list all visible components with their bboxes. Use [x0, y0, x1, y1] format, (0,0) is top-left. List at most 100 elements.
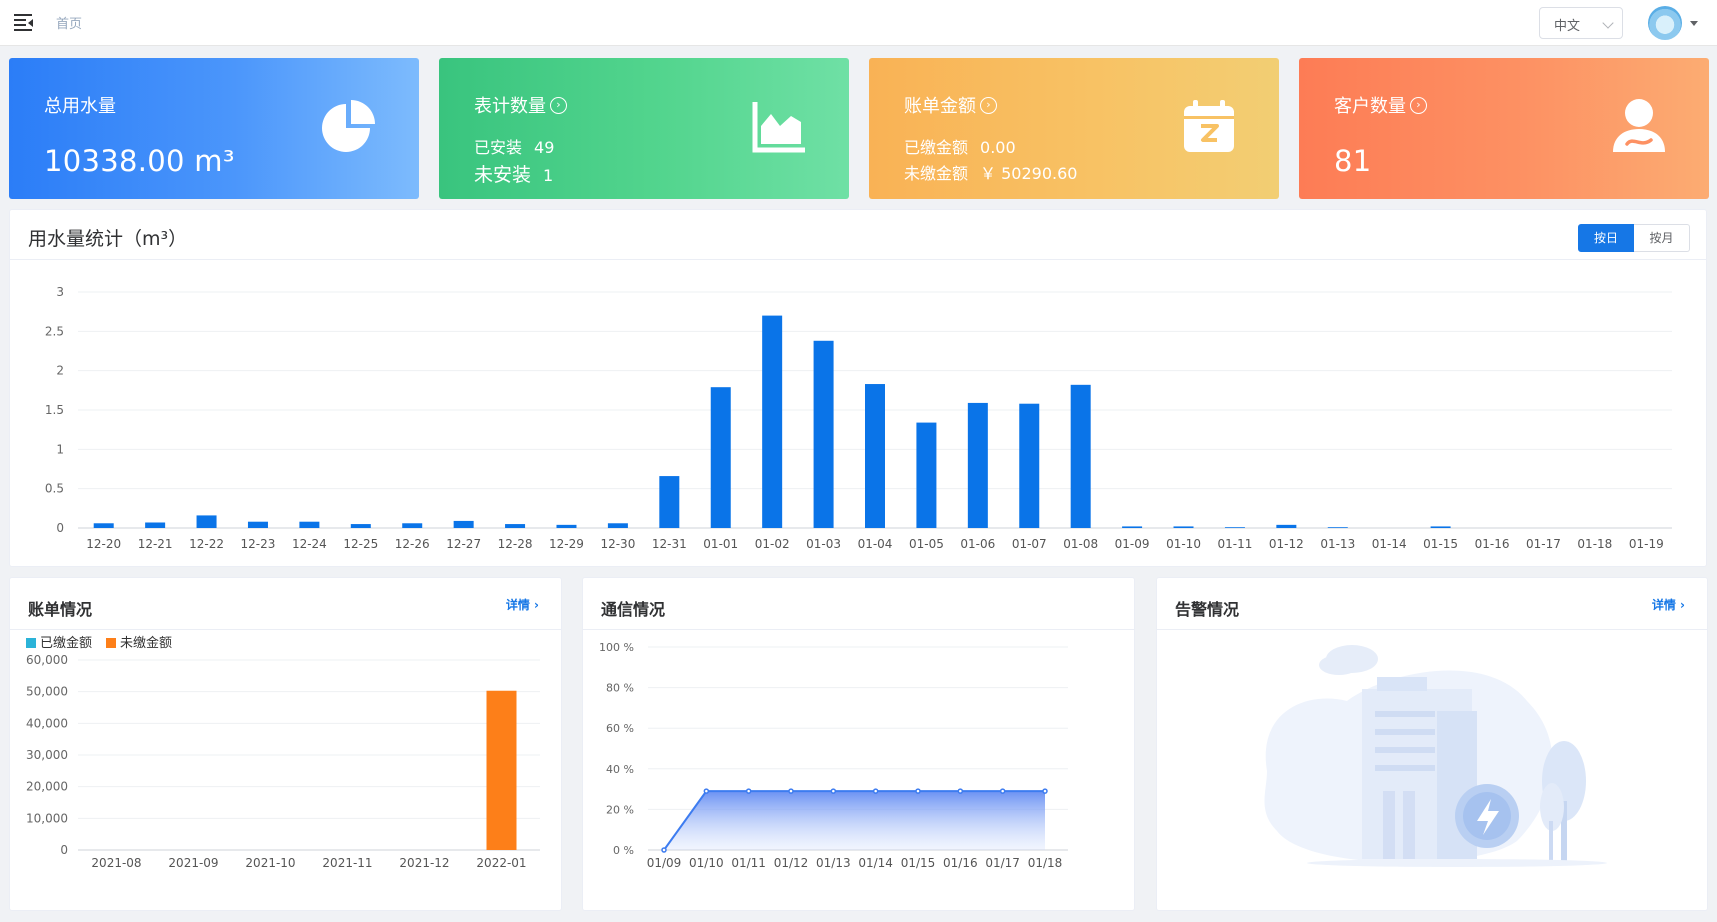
x-tick-label: 12-27	[446, 537, 481, 551]
bar	[402, 523, 423, 528]
x-tick-label: 01-04	[858, 537, 893, 551]
uninstalled-row: 未安装 1	[474, 164, 554, 186]
x-tick-label: 01/10	[689, 856, 724, 870]
meter-count-card: 表计数量 › 已安装 49 未安装 1	[439, 58, 849, 199]
breadcrumb-home[interactable]: 首页	[56, 13, 82, 32]
data-point	[745, 788, 752, 794]
x-tick-label: 2021-09	[168, 856, 218, 870]
bar	[453, 520, 474, 528]
x-tick-label: 2022-01	[476, 856, 526, 870]
x-tick-label: 2021-12	[399, 856, 449, 870]
x-tick-label: 01-02	[755, 537, 790, 551]
x-tick-label: 01-14	[1372, 537, 1407, 551]
x-tick-label: 01-18	[1577, 537, 1612, 551]
alarm-detail-link[interactable]: 详情 ›	[1652, 596, 1685, 613]
customer-count-value: 81	[1334, 144, 1372, 178]
legend-label-paid: 已缴金额	[40, 635, 92, 651]
bar	[93, 523, 114, 528]
bar	[1276, 524, 1297, 528]
data-point	[957, 788, 964, 794]
x-tick-label: 01-19	[1629, 537, 1664, 551]
x-tick-label: 01-10	[1166, 537, 1201, 551]
total-water-card: 总用水量 10338.00 m³	[9, 58, 419, 199]
y-tick-label: 100 %	[599, 641, 634, 654]
legend-label-unpaid: 未缴金额	[120, 635, 172, 651]
y-tick-label: 30,000	[26, 748, 68, 762]
x-tick-label: 12-30	[600, 537, 635, 551]
x-tick-label: 12-31	[652, 537, 687, 551]
y-tick-label: 2	[56, 364, 64, 378]
y-tick-label: 80 %	[606, 682, 634, 695]
language-select[interactable]: 中文	[1539, 7, 1623, 39]
communication-chart: 0 % 20 % 40 % 60 % 80 % 100 % 01/09 01/10 01/11 0…	[599, 641, 1068, 870]
y-tick-label: 20 %	[606, 803, 634, 816]
area-chart-icon	[752, 102, 805, 153]
bar	[145, 522, 166, 528]
calendar-icon	[1184, 100, 1234, 152]
chevron-down-icon	[1602, 17, 1614, 29]
bar	[196, 515, 217, 528]
x-tick-label: 01/17	[985, 856, 1020, 870]
x-tick-label: 01-08	[1063, 537, 1098, 551]
installed-value: 49	[534, 138, 555, 157]
installed-row: 已安装 49	[474, 138, 555, 157]
bar	[967, 402, 988, 528]
by-month-button[interactable]: 按月	[1634, 224, 1690, 252]
x-tick-label: 01-13	[1320, 537, 1355, 551]
bar	[710, 387, 731, 528]
sidebar-toggle-icon[interactable]	[14, 13, 34, 31]
pie-chart-icon	[322, 100, 375, 152]
total-water-title: 总用水量	[44, 96, 116, 117]
x-tick-label: 01/13	[816, 856, 851, 870]
series-area	[664, 791, 1045, 850]
bill-amount-card: 账单金额 › 已缴金额 0.00 未缴金额 ￥ 50290.60	[869, 58, 1279, 199]
language-select-value: 中文	[1554, 19, 1581, 34]
bar	[556, 524, 577, 528]
caret-down-icon[interactable]	[1690, 21, 1698, 26]
meter-count-title: 表计数量 ›	[474, 92, 567, 118]
bar	[813, 340, 834, 528]
communication-panel-title: 通信情况	[601, 600, 666, 619]
bar	[659, 476, 680, 528]
help-circle-icon[interactable]: ›	[980, 96, 997, 114]
bar	[486, 690, 517, 850]
x-tick-label: 01-03	[806, 537, 841, 551]
bar	[1122, 526, 1143, 528]
bill-panel: 账单情况 详情 › 已缴金额 未缴金额 0 10,000 20,000 30,000 40,…	[9, 577, 562, 911]
customer-count-title: 客户数量 ›	[1334, 92, 1427, 118]
bar	[762, 315, 783, 528]
x-tick-label: 01-05	[909, 537, 944, 551]
bar	[1070, 384, 1091, 528]
y-tick-label: 0	[60, 843, 68, 857]
y-tick-label: 0	[56, 521, 64, 535]
data-point	[830, 788, 837, 794]
x-tick-label: 01/15	[901, 856, 936, 870]
y-tick-label: 0.5	[45, 482, 64, 496]
x-tick-label: 12-20	[86, 537, 121, 551]
y-tick-label: 0 %	[613, 844, 634, 857]
bar	[865, 384, 885, 528]
empty-state-illustration	[1264, 645, 1607, 867]
bar	[607, 523, 628, 528]
x-tick-label: 12-24	[292, 537, 327, 551]
user-avatar[interactable]	[1648, 6, 1682, 40]
bar	[505, 524, 526, 528]
help-circle-icon[interactable]: ›	[550, 96, 567, 114]
x-tick-label: 12-29	[549, 537, 584, 551]
y-tick-label: 1	[56, 442, 64, 456]
data-point	[915, 788, 921, 794]
x-tick-label: 01/14	[858, 856, 893, 870]
y-tick-label: 60,000	[26, 653, 68, 667]
bar	[1019, 403, 1040, 528]
y-tick-label: 50,000	[26, 685, 68, 699]
alarm-panel-title: 告警情况	[1175, 600, 1240, 619]
bill-detail-link[interactable]: 详情 ›	[506, 596, 539, 613]
help-circle-icon[interactable]: ›	[1410, 96, 1427, 114]
bar	[916, 422, 937, 528]
y-tick-label: 10,000	[26, 811, 68, 825]
x-tick-label: 01/16	[943, 856, 978, 870]
by-day-button[interactable]: 按日	[1578, 224, 1634, 252]
data-point	[999, 788, 1006, 794]
x-tick-label: 12-22	[189, 537, 224, 551]
y-tick-label: 40 %	[606, 763, 634, 776]
